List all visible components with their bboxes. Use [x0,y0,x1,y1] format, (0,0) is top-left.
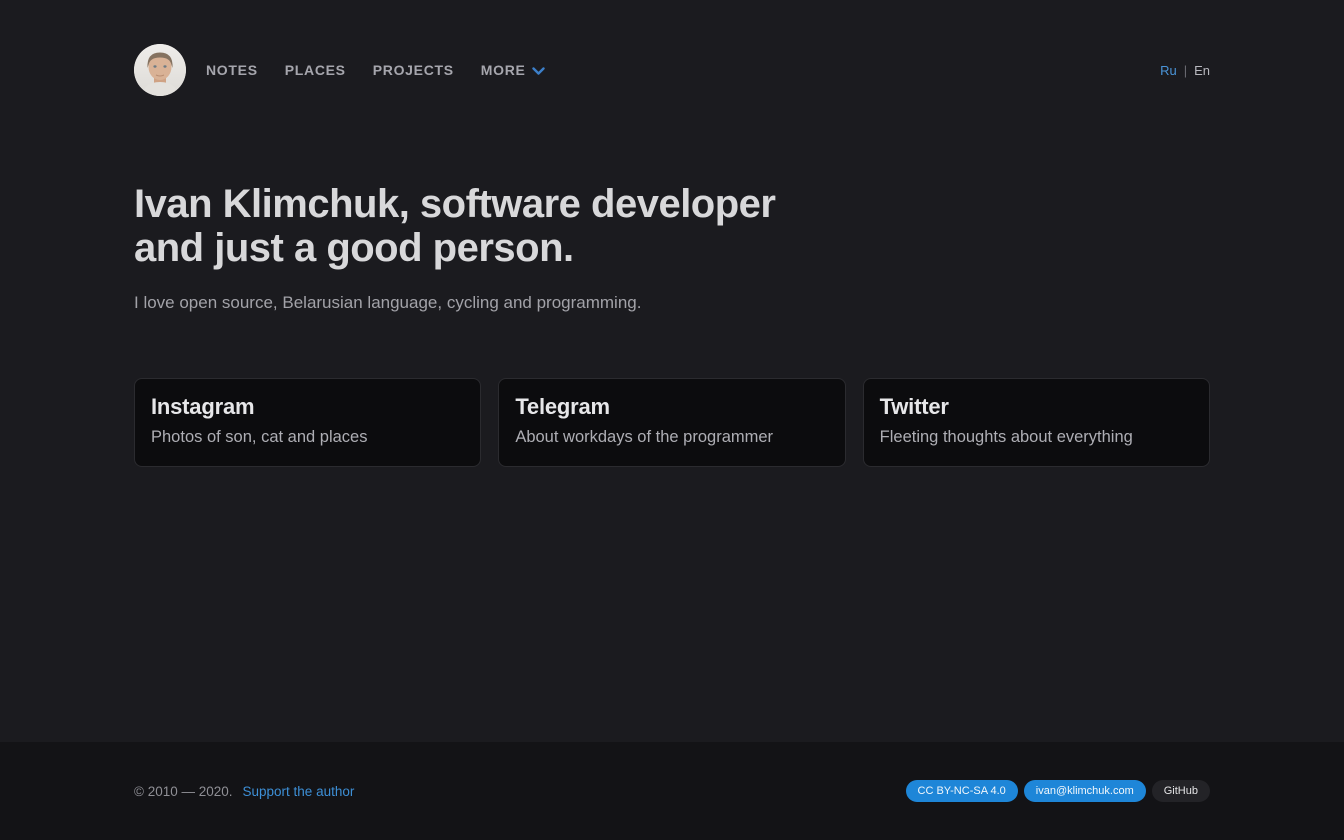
nav-item-notes[interactable]: NOTES [206,62,258,78]
card-description: Fleeting thoughts about everything [880,428,1193,447]
footer-left: © 2010 — 2020. Support the author [134,784,354,799]
card-title: Twitter [880,394,1193,420]
page-subtitle: I love open source, Belarusian language,… [134,293,1210,313]
chevron-down-icon [532,67,545,76]
page-title-line-1: Ivan Klimchuk, software developer [134,182,1210,226]
card-title: Instagram [151,394,464,420]
site-footer: © 2010 — 2020. Support the author CC BY-… [0,742,1344,840]
nav-item-more[interactable]: MORE [481,62,545,78]
avatar-portrait-image [134,44,186,96]
card-title: Telegram [515,394,828,420]
license-badge[interactable]: CC BY-NC-SA 4.0 [906,780,1018,802]
card-instagram[interactable]: Instagram Photos of son, cat and places [134,378,481,467]
main-nav: NOTES PLACES PROJECTS MORE [206,62,545,78]
social-cards: Instagram Photos of son, cat and places … [134,378,1210,467]
nav-item-more-label: MORE [481,62,526,78]
page-title-line-2: and just a good person. [134,226,1210,270]
main-content: Ivan Klimchuk, software developer and ju… [0,96,1344,467]
language-separator: | [1184,63,1187,78]
language-switcher: Ru | En [1160,63,1210,78]
card-description: About workdays of the programmer [515,428,828,447]
footer-badges: CC BY-NC-SA 4.0 ivan@klimchuk.com GitHub [906,780,1210,802]
nav-item-places[interactable]: PLACES [285,62,346,78]
content-spacer [0,467,1344,742]
email-badge[interactable]: ivan@klimchuk.com [1024,780,1146,802]
nav-item-projects[interactable]: PROJECTS [373,62,454,78]
page-title: Ivan Klimchuk, software developer and ju… [134,182,1210,270]
copyright-text: © 2010 — 2020. [134,784,233,799]
card-description: Photos of son, cat and places [151,428,464,447]
avatar[interactable] [134,44,186,96]
hero-section: Ivan Klimchuk, software developer and ju… [134,182,1210,313]
site-header: NOTES PLACES PROJECTS MORE Ru | En [0,0,1344,96]
card-telegram[interactable]: Telegram About workdays of the programme… [498,378,845,467]
github-badge[interactable]: GitHub [1152,780,1210,802]
language-option-en[interactable]: En [1194,63,1210,78]
support-author-link[interactable]: Support the author [243,784,355,799]
language-option-ru[interactable]: Ru [1160,63,1177,78]
card-twitter[interactable]: Twitter Fleeting thoughts about everythi… [863,378,1210,467]
